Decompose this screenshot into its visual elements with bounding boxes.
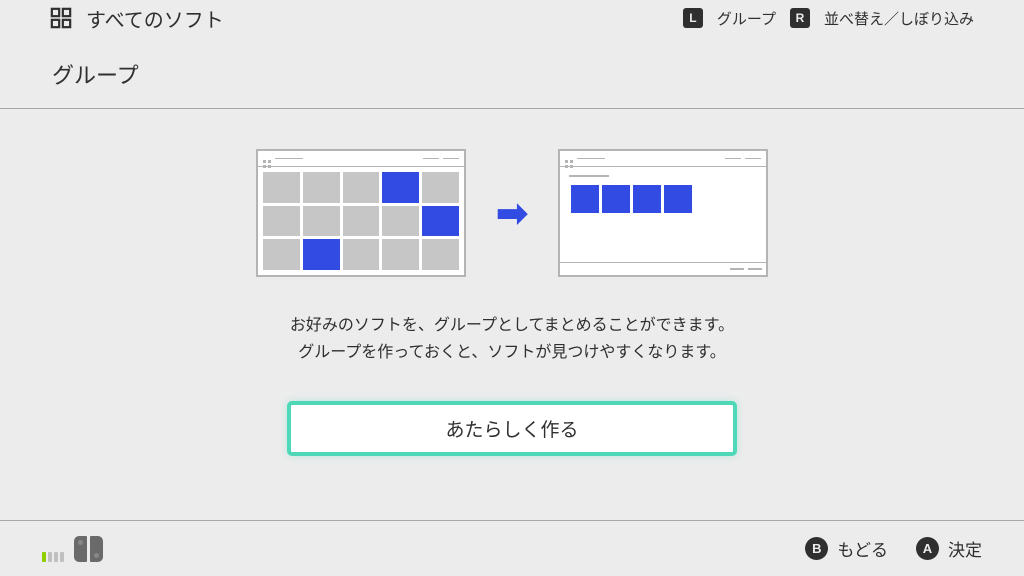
background-title: すべてのソフト [86,4,224,33]
group-illustration: ➡ [256,149,768,277]
illustration-window-left [256,149,466,277]
joycon-right-icon [90,536,103,562]
create-new-button[interactable]: あたらしく作る [287,401,737,456]
l-button-badge: L [683,8,703,28]
desc-line-1: お好みのソフトを、グループとしてまとめることができます。 [290,312,734,339]
footer: B もどる A 決定 [0,520,1024,576]
b-button-icon: B [805,537,828,560]
desc-line-2: グループを作っておくと、ソフトが見つけやすくなります。 [290,339,734,366]
joycon-left-icon [74,536,87,562]
overlay-header: グループ [0,36,1024,109]
r-button-label: 並べ替え／しぼり込み [824,8,974,29]
back-hint: B もどる [805,536,888,561]
r-button-badge: R [790,8,810,28]
arrow-icon: ➡ [496,191,528,236]
create-new-label: あたらしく作る [445,415,578,442]
grid-icon [50,7,72,29]
a-button-icon: A [916,537,939,560]
controller-indicator [42,536,103,562]
background-header: すべてのソフト L グループ R 並べ替え／しぼり込み [0,0,1024,36]
ok-label: 決定 [948,536,982,561]
l-button-label: グループ [717,8,776,29]
group-overlay: グループ ➡ [0,36,1024,576]
overlay-title: グループ [52,58,972,90]
back-label: もどる [837,536,888,561]
illustration-window-right [558,149,768,277]
ok-hint: A 決定 [916,536,982,561]
overlay-body: ➡ [0,109,1024,576]
description: お好みのソフトを、グループとしてまとめることができます。 グループを作っておくと… [290,312,734,366]
